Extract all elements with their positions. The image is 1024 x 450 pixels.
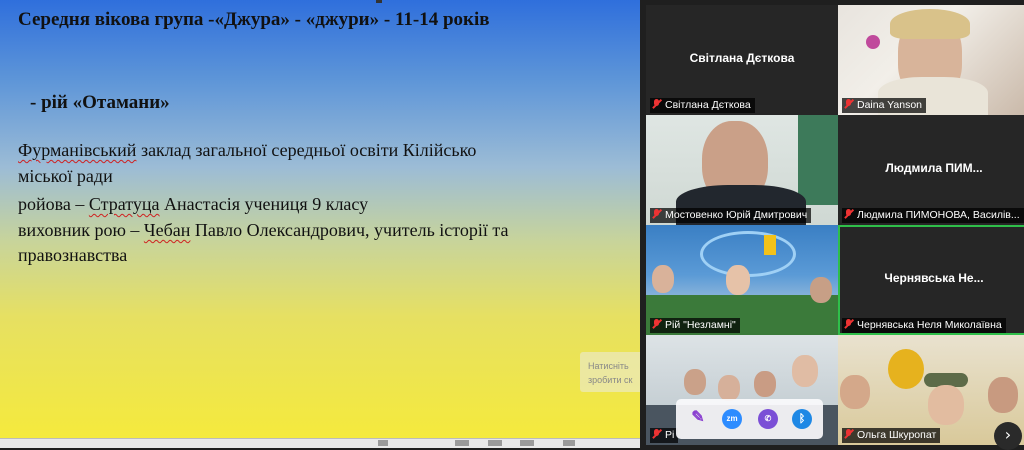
participant-name: Чернявська Не... <box>884 271 984 285</box>
tooltip-line: Натисніть <box>588 361 629 371</box>
spell-flag: Стратуца <box>88 194 160 214</box>
presentation-slide: Середня вікова група -«Джура» - «джури» … <box>0 0 640 440</box>
participant-label-text: Рій "Незламні" <box>665 319 736 331</box>
participant-label: Світлана Дєткова <box>650 98 755 113</box>
slide-title: Середня вікова група -«Джура» - «джури» … <box>18 9 490 30</box>
muted-mic-icon <box>652 209 661 219</box>
muted-mic-icon <box>844 319 853 329</box>
slide-line-2: міської ради <box>18 166 113 186</box>
slide-text: виховник рою – <box>18 220 144 240</box>
floating-toolbar: ✎ zm ✆ ᛒ <box>676 399 823 439</box>
participant-label-text: Ольга Шкуропат <box>857 429 937 441</box>
tooltip-line: зробити ск <box>588 375 633 385</box>
participant-label: Рій "Незламні" <box>650 318 740 333</box>
muted-mic-icon <box>844 99 853 109</box>
participant-tile[interactable]: Рій "Незламні" <box>646 225 838 335</box>
slide-subtitle: - рій «Отамани» <box>30 92 170 113</box>
participant-label: Чернявська Неля Миколаївна <box>842 318 1006 333</box>
participant-label-text: Чернявська Неля Миколаївна <box>857 319 1002 331</box>
bluetooth-icon[interactable]: ᛒ <box>792 409 812 429</box>
muted-mic-icon <box>652 319 661 329</box>
slide-text: Павло Олександрович, учитель історії та <box>190 220 509 240</box>
spell-flag: Чебан <box>143 220 191 240</box>
participant-label-text: Daina Yanson <box>857 99 922 111</box>
participant-tile[interactable]: Daina Yanson <box>838 5 1024 115</box>
participant-name: Людмила ПИМ... <box>885 161 983 175</box>
layout-icon[interactable] <box>455 440 469 446</box>
zoom-app-icon[interactable]: zm <box>722 409 742 429</box>
slide-line-1: Фурманівський заклад загальної середньої… <box>18 140 476 161</box>
participant-label: Ольга Шкуропат <box>842 428 941 443</box>
participant-label: Людмила ПИМОНОВА, Василів... <box>842 208 1024 223</box>
pen-icon[interactable]: ✎ <box>688 409 708 429</box>
zoom-icon[interactable] <box>563 440 575 446</box>
slide-mark <box>376 0 382 3</box>
participant-label: Рі <box>650 428 679 443</box>
participant-tile-active-speaker[interactable]: Чернявська Не... Чернявська Неля Миколаї… <box>838 225 1024 335</box>
participant-label-text: Людмила ПИМОНОВА, Василів... <box>857 209 1020 221</box>
participant-label-text: Рі <box>665 429 675 441</box>
participant-tile[interactable]: Світлана Дєткова Світлана Дєткова <box>646 5 838 115</box>
participant-name: Світлана Дєткова <box>689 51 795 65</box>
muted-mic-icon <box>652 429 661 439</box>
slide-text: ройова – <box>18 194 89 214</box>
participant-tile[interactable]: Людмила ПИМ... Людмила ПИМОНОВА, Василів… <box>838 115 1024 225</box>
muted-mic-icon <box>844 429 853 439</box>
layout-icon[interactable] <box>488 440 502 446</box>
participant-label-text: Мостовенко Юрій Дмитрович <box>665 209 808 221</box>
slide-line-5: правознавства <box>18 245 128 265</box>
muted-mic-icon <box>652 99 661 109</box>
viber-icon[interactable]: ✆ <box>758 409 778 429</box>
slide-line-4: виховник рою – Чебан Павло Олександрович… <box>18 220 508 241</box>
view-icon[interactable] <box>378 440 388 446</box>
slide-text: Анастасія учениця 9 класу <box>159 194 369 214</box>
participant-label: Daina Yanson <box>842 98 926 113</box>
spell-flag: Фурманівський <box>18 140 137 160</box>
participant-label-text: Світлана Дєткова <box>665 99 751 111</box>
layout-icon[interactable] <box>520 440 534 446</box>
slide-text: заклад загальної середньої освіти Кілійс… <box>136 140 477 160</box>
participant-label: Мостовенко Юрій Дмитрович <box>650 208 812 223</box>
next-page-chevron-icon[interactable]: › <box>994 422 1022 450</box>
slide-line-3: ройова – Стратуца Анастасія учениця 9 кл… <box>18 194 368 215</box>
participant-tile[interactable]: Мостовенко Юрій Дмитрович <box>646 115 838 225</box>
muted-mic-icon <box>844 209 853 219</box>
